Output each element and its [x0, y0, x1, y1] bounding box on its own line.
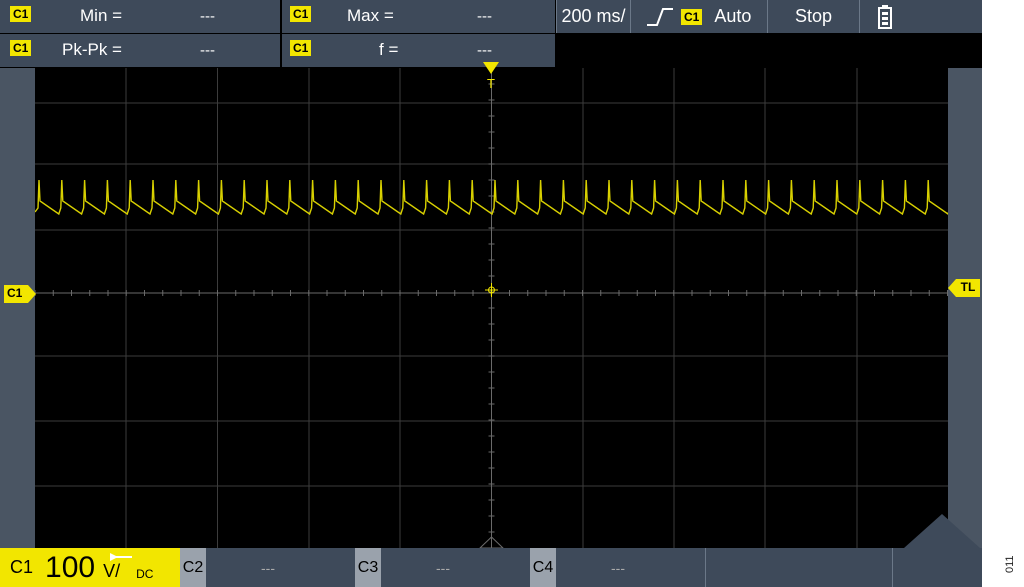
timebase-button[interactable]: 200 ms/ — [556, 0, 630, 33]
trigger-position-label: T — [487, 76, 495, 91]
channel-name: C4 — [530, 548, 556, 587]
trigger-mode: Auto — [714, 6, 752, 26]
trigger-source-tag: C1 — [681, 8, 703, 25]
right-gutter — [948, 68, 982, 548]
run-stop-button[interactable]: Stop — [767, 0, 859, 33]
measurement-pkpk[interactable]: C1 Pk-Pk = --- — [0, 34, 280, 67]
measurement-value: --- — [200, 8, 215, 25]
trigger-button[interactable]: C1 Auto — [630, 0, 767, 33]
measurement-freq[interactable]: C1 f = --- — [282, 34, 555, 67]
trigger-position-icon[interactable] — [483, 60, 499, 74]
channel-scale: 100 — [45, 550, 96, 584]
measurement-value: --- — [477, 42, 492, 59]
measurement-value: --- — [477, 8, 492, 25]
channel1-button[interactable]: C1 100 V/ DC — [0, 548, 180, 587]
channel3-button[interactable]: C3 --- — [355, 548, 530, 587]
channel-value: --- — [611, 559, 625, 576]
measurement-min[interactable]: C1 Min = --- — [0, 0, 280, 33]
waveform-grid[interactable] — [35, 68, 948, 548]
channel-coupling: DC — [136, 566, 154, 581]
measurement-value: --- — [200, 42, 215, 59]
menu-slot[interactable] — [892, 548, 982, 587]
channel-tag: C1 — [10, 40, 32, 56]
measurement-label: f = — [379, 40, 399, 59]
channel-name: C2 — [180, 548, 206, 587]
rising-edge-icon — [647, 7, 673, 26]
measurement-max[interactable]: C1 Max = --- — [282, 0, 555, 33]
channel-value: --- — [261, 559, 275, 576]
channel-tag: C1 — [290, 40, 312, 56]
menu-up-icon[interactable] — [904, 514, 980, 548]
marker-arrow — [948, 279, 956, 297]
channel-unit: V/ — [103, 561, 121, 581]
empty-slot — [705, 548, 892, 587]
measurement-label: Pk-Pk = — [62, 40, 122, 59]
channel-name: C1 — [10, 557, 34, 577]
channel-tag: C1 — [10, 6, 32, 22]
channel-ref-label: C1 — [7, 286, 23, 300]
battery-status — [859, 0, 982, 33]
measurement-label: Min = — [80, 6, 123, 25]
channel-bar: C1 100 V/ DC C2 --- C3 --- C4 --- — [0, 548, 982, 587]
trigger-crosshair — [485, 283, 498, 297]
channel2-button[interactable]: C2 --- — [180, 548, 355, 587]
channel-name: C3 — [355, 548, 381, 587]
measurement-label: Max = — [347, 6, 394, 25]
channel1-ref-marker[interactable]: C1 — [4, 285, 28, 303]
figure-side-label: 011 — [1004, 555, 1016, 573]
battery-icon — [878, 4, 892, 29]
timebase-value: 200 ms/ — [561, 6, 626, 26]
channel4-button[interactable]: C4 --- — [530, 548, 705, 587]
trigger-level-label: TL — [960, 280, 976, 294]
marker-arrow — [28, 285, 36, 303]
left-gutter — [0, 68, 35, 548]
trigger-level-marker[interactable]: TL — [956, 279, 980, 297]
probe-icon — [110, 553, 132, 561]
run-state-label: Stop — [794, 6, 833, 26]
channel-value: --- — [436, 559, 450, 576]
channel-tag: C1 — [290, 6, 312, 22]
oscilloscope-display: C1 Min = --- C1 Max = --- C1 Pk-Pk = ---… — [0, 0, 982, 587]
